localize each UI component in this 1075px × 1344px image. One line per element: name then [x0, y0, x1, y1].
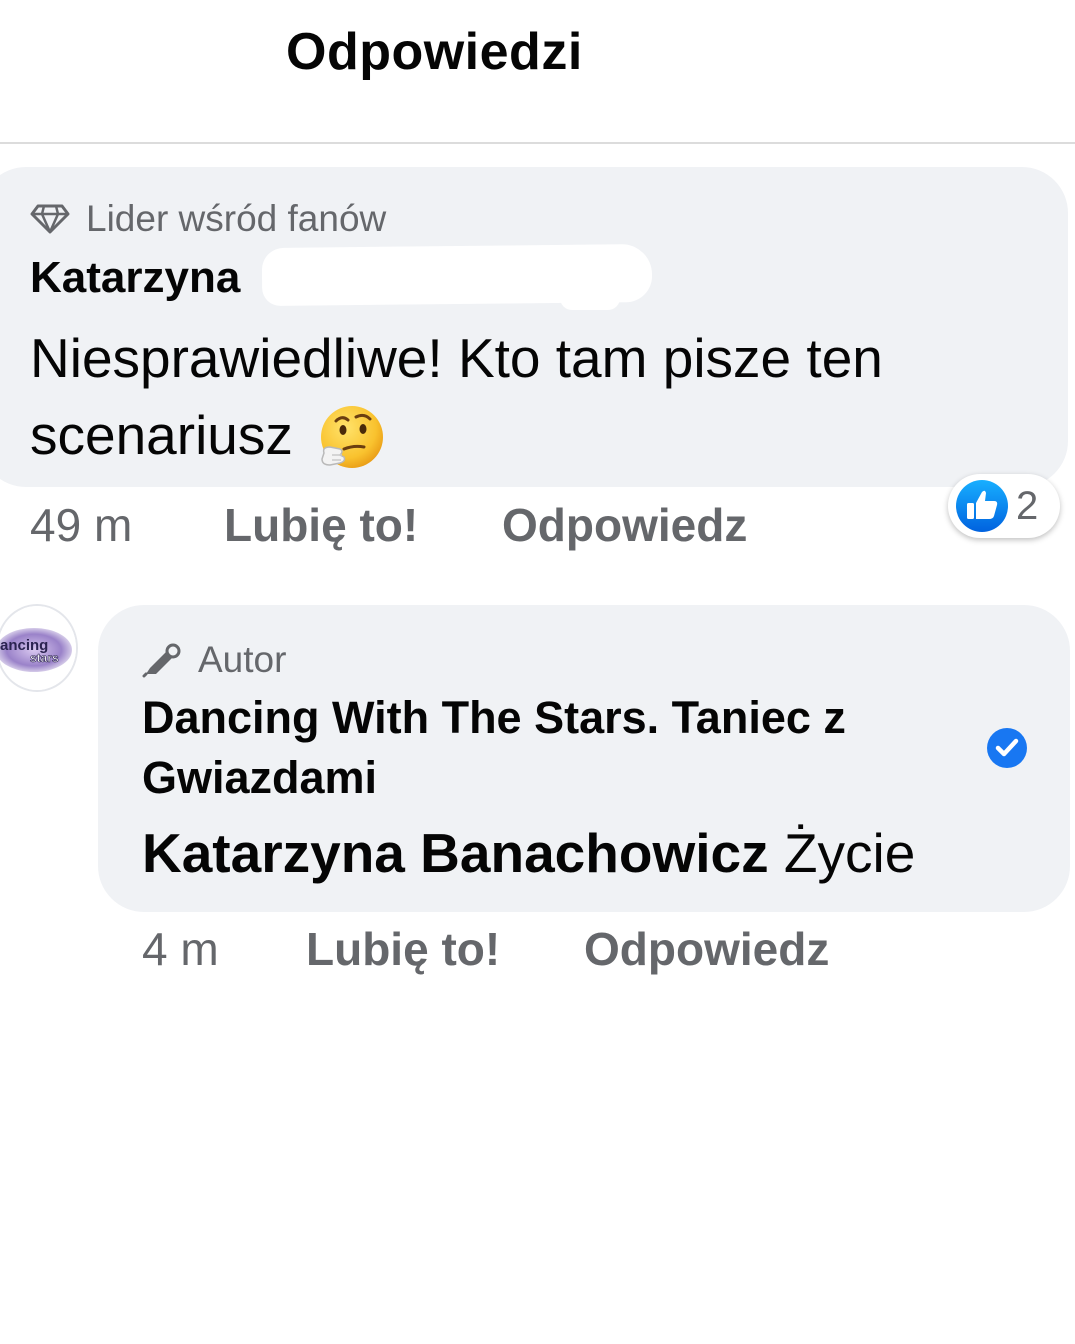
author-badge: Autor	[142, 639, 286, 681]
avatar-text-2: stars	[30, 651, 59, 665]
reply-button[interactable]: Odpowiedz	[502, 498, 747, 552]
dancing-with-the-stars-logo-icon: ancing stars	[0, 606, 76, 690]
page-title: Odpowiedzi	[286, 23, 583, 81]
avatar[interactable]: ancing stars	[0, 604, 78, 692]
comment-text: Katarzyna Banachowicz Życie	[142, 820, 915, 886]
comment-meta: 4 m Lubię to! Odpowiedz	[142, 922, 829, 976]
comment-author[interactable]: Katarzyna	[30, 253, 240, 303]
badge-label: Lider wśród fanów	[86, 198, 387, 239]
reply-button[interactable]: Odpowiedz	[584, 922, 829, 976]
comment-text: Niesprawiedliwe! Kto tam pisze ten scena…	[30, 320, 1040, 475]
comment-text-body: Niesprawiedliwe! Kto tam pisze ten scena…	[30, 327, 883, 466]
thinking-face-emoji	[321, 406, 384, 469]
like-button[interactable]: Lubię to!	[306, 922, 584, 976]
redaction-mark-tail	[560, 286, 620, 310]
mention-link[interactable]: Katarzyna Banachowicz	[142, 822, 769, 884]
comment-author[interactable]: Dancing With The Stars. Taniec z Gwiazda…	[142, 688, 952, 808]
comment-time[interactable]: 49 m	[30, 498, 224, 552]
diamond-icon	[30, 204, 70, 234]
replies-page: Odpowiedzi Lider wśród fanów Katarzyna N…	[0, 0, 1075, 1344]
like-reaction-icon	[956, 480, 1008, 532]
badge-label: Autor	[198, 639, 287, 680]
reactions-summary[interactable]: 2	[948, 474, 1060, 538]
comment-meta: 49 m Lubię to! Odpowiedz	[30, 498, 747, 552]
comment-text-body: Życie	[783, 822, 916, 884]
header: Odpowiedzi	[0, 0, 1075, 144]
like-button[interactable]: Lubię to!	[224, 498, 502, 552]
comment-time[interactable]: 4 m	[142, 922, 306, 976]
reaction-count: 2	[1016, 483, 1039, 528]
verified-badge-icon	[987, 728, 1027, 768]
fan-badge: Lider wśród fanów	[30, 198, 386, 240]
microphone-pen-icon	[142, 643, 181, 678]
